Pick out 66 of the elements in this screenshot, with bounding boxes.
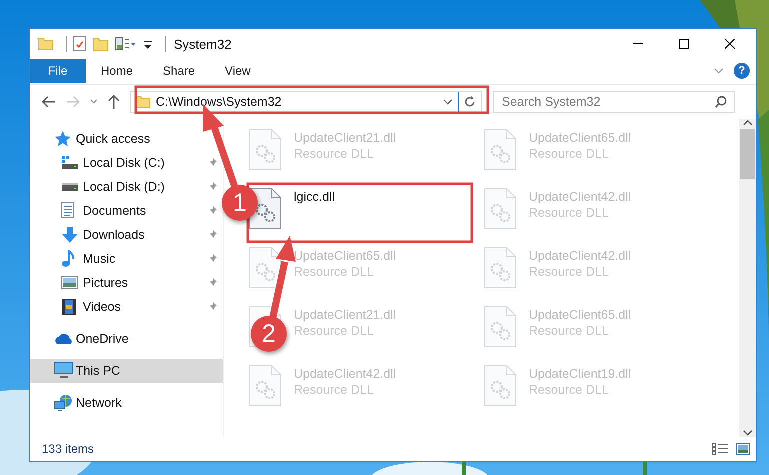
close-icon (725, 39, 735, 49)
picture-icon (61, 276, 79, 290)
navigation-item[interactable]: Local Disk (D:) (30, 174, 223, 199)
ribbon-tab[interactable]: View (210, 59, 266, 83)
file-type: Resource DLL (529, 206, 610, 220)
navigation-item[interactable]: Pictures (30, 270, 223, 295)
document-icon (61, 202, 75, 220)
gear-document-icon (248, 128, 282, 171)
navigation-item[interactable]: Local Disk (C:) (30, 150, 223, 175)
up-arrow-icon[interactable] (108, 94, 120, 109)
ribbon-tab[interactable]: Home (86, 59, 148, 83)
search-icon (715, 96, 727, 108)
computer-icon (54, 362, 74, 380)
properties-icon[interactable] (73, 36, 87, 52)
gear-document-icon (248, 246, 282, 289)
search-field[interactable]: Search System32 (493, 90, 735, 113)
ribbon-tab[interactable]: Share (148, 59, 210, 83)
maximize-icon (679, 39, 689, 49)
gear-document-icon (248, 364, 282, 407)
navigation-item[interactable]: Videos (30, 294, 223, 319)
navigation-item[interactable]: Music (30, 246, 223, 271)
star-icon (54, 130, 72, 148)
file-type: Resource DLL (529, 324, 610, 338)
file-name[interactable]: lgicc.dll (294, 190, 335, 204)
drive-icon (61, 182, 79, 191)
refresh-icon (464, 96, 476, 108)
music-note-icon (61, 250, 75, 268)
film-icon (61, 298, 77, 316)
chevron-up-icon[interactable] (742, 118, 752, 127)
chevron-down-icon[interactable] (90, 98, 98, 105)
back-arrow-icon[interactable] (42, 96, 56, 108)
address-field[interactable]: C:\Windows\System32 (130, 90, 482, 113)
folder-icon (38, 37, 54, 51)
navigation-item[interactable]: This PC (30, 358, 223, 383)
file-menu-button[interactable]: File (30, 59, 86, 83)
file-type: Resource DLL (529, 146, 610, 161)
details-view-icon[interactable] (712, 443, 728, 456)
gear-document-icon (483, 306, 517, 348)
file-type: Resource DLL (294, 264, 375, 279)
navigation-item[interactable]: Quick access (30, 126, 223, 151)
grass-blade-drawing (643, 462, 647, 475)
chevron-down-icon[interactable] (742, 429, 752, 438)
scrollbar-thumb[interactable] (740, 128, 755, 179)
download-icon (61, 226, 79, 244)
navigation-item[interactable]: Downloads (30, 222, 223, 247)
file-type: Resource DLL (529, 382, 610, 397)
file-type: Resource DLL (294, 382, 375, 397)
file-type: Resource DLL (294, 146, 375, 161)
gear-document-icon (483, 246, 517, 289)
gear-document-icon (483, 128, 517, 171)
item-count: 133 items (42, 442, 94, 456)
gear-document-icon (483, 364, 517, 407)
drive-icon (61, 154, 79, 171)
file-type: Resource DLL (294, 324, 375, 338)
network-icon (54, 394, 74, 412)
gear-document-icon (483, 188, 517, 230)
large-icons-view-icon[interactable] (736, 443, 750, 456)
navigation-item[interactable]: OneDrive (30, 326, 223, 351)
navigation-item[interactable]: Network (30, 390, 223, 415)
file-type: Resource DLL (529, 264, 610, 279)
navigation-item[interactable]: Documents (30, 198, 223, 223)
window-title: System32 (174, 36, 232, 52)
view-menu-icon[interactable] (115, 37, 137, 51)
cloud-icon (54, 332, 74, 346)
help-button[interactable]: ? (734, 63, 750, 80)
chevron-down-icon[interactable] (443, 98, 453, 105)
